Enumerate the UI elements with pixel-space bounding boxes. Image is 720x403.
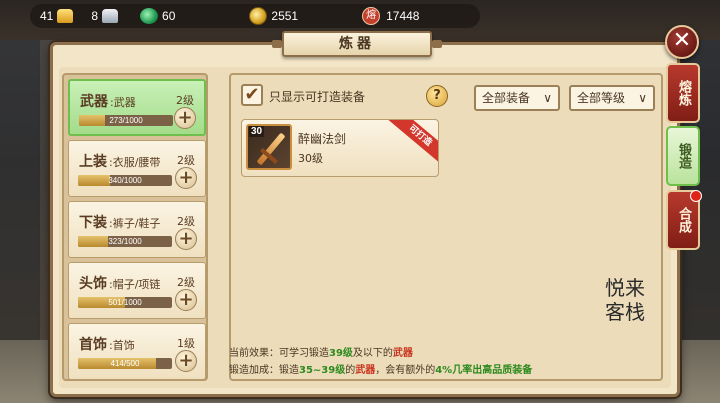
category-top[interactable]: 上装:衣服/腰带 2级 340/1000 + [68,140,206,197]
category-bottom[interactable]: 下装:裤子/鞋子 2级 323/1000 + [68,201,206,258]
coin-resource: 2551 [245,4,298,28]
category-name: 上装:衣服/腰带 [79,154,161,170]
rong-icon: 熔 [362,7,381,25]
progress-text: 323/1000 [108,237,142,246]
category-level: 2级 [177,154,195,167]
category-progress-bar: 501/1000 [78,297,172,308]
category-name: 首饰:首饰 [79,337,135,353]
category-name: 下装:裤子/鞋子 [79,215,161,231]
sword-icon: 30 [246,124,292,170]
chevron-down-icon: ∨ [543,91,552,105]
craftable-only-label: 只显示可打造装备 [269,90,366,104]
game-logo: 悦来 客栈 [596,276,654,332]
resource-bar: 41 8 60 2551 熔 17448 [30,4,480,28]
effect-description: 当前效果：可学习锻造39级及以下的武器 锻造加成：锻造35~39级的武器，会有额… [229,345,532,379]
rong-count: 17448 [386,9,420,23]
jade-icon [140,8,159,24]
progress-text: 340/1000 [108,176,142,185]
gold-ingot-icon [57,9,74,23]
upgrade-plus-button[interactable]: + [175,289,197,311]
current-effect-line: 当前效果：可学习锻造39级及以下的武器 [229,348,413,359]
gold-resource: 41 [40,4,74,28]
category-level: 2级 [176,94,194,107]
progress-text: 414/500 [110,359,140,368]
category-level: 2级 [177,215,195,228]
chevron-down-icon: ∨ [638,91,647,105]
equip-type-dropdown[interactable]: 全部装备 ∨ [474,85,560,111]
item-name: 醉幽法剑 [298,132,347,146]
silver-count: 8 [91,9,99,23]
category-jewelry[interactable]: 首饰:首饰 1级 414/500 + [68,323,206,380]
coin-count: 2551 [271,9,299,23]
category-level: 1级 [177,337,195,350]
upgrade-plus-button[interactable]: + [174,107,196,129]
upgrade-plus-button[interactable]: + [175,228,197,250]
forge-bonus-line: 锻造加成：锻造35~39级的武器，会有额外的4%几率出高品质装备 [229,365,533,376]
category-name: 武器:武器 [80,94,136,110]
filter-row: ✔ 只显示可打造装备 ? 全部装备 ∨ 全部等级 ∨ [239,83,655,111]
panel-title: 炼器 [272,31,442,57]
close-button[interactable]: ✕ [665,25,699,59]
category-progress-bar: 273/1000 [79,115,173,126]
logo-line1: 悦来 [605,276,645,300]
logo-line2: 客栈 [605,300,645,324]
gold-count: 41 [40,9,54,23]
category-list: 武器:武器 2级 273/1000 + 上装:衣服/腰带 2级 340/1000… [62,73,208,381]
level-dropdown[interactable]: 全部等级 ∨ [569,85,655,111]
category-headwear[interactable]: 头饰:帽子/项链 2级 501/1000 + [68,262,206,319]
upgrade-plus-button[interactable]: + [175,167,197,189]
category-name: 头饰:帽子/项链 [79,276,161,292]
progress-text: 273/1000 [109,116,143,125]
category-progress-bar: 414/500 [78,358,172,369]
rong-resource: 熔 17448 [358,4,419,28]
category-level: 2级 [177,276,195,289]
jade-resource: 60 [136,4,175,28]
jade-count: 60 [162,9,176,23]
craftable-ribbon: 可打造 [384,120,438,168]
item-level: 30级 [298,152,323,165]
coin-icon [249,7,268,25]
category-progress-bar: 340/1000 [78,175,172,186]
tab-smelt[interactable]: 熔炼 [666,63,700,123]
help-button[interactable]: ? [426,85,448,107]
category-progress-bar: 323/1000 [78,236,172,247]
silver-resource: 8 [91,4,119,28]
tab-forge[interactable]: 锻造 [666,126,700,186]
craftable-only-checkbox[interactable]: ✔ [241,84,263,106]
item-level-badge: 30 [249,126,265,137]
level-value: 全部等级 [577,91,626,105]
equip-type-value: 全部装备 [482,91,531,105]
progress-text: 501/1000 [108,298,142,307]
category-weapon[interactable]: 武器:武器 2级 273/1000 + [68,79,206,136]
notification-dot [690,190,702,202]
forge-content: ✔ 只显示可打造装备 ? 全部装备 ∨ 全部等级 ∨ 30 醉幽法剑 30级 可… [229,73,663,381]
equipment-item-card[interactable]: 30 醉幽法剑 30级 可打造 [241,119,439,177]
upgrade-plus-button[interactable]: + [175,350,197,372]
silver-ingot-icon [102,9,119,23]
